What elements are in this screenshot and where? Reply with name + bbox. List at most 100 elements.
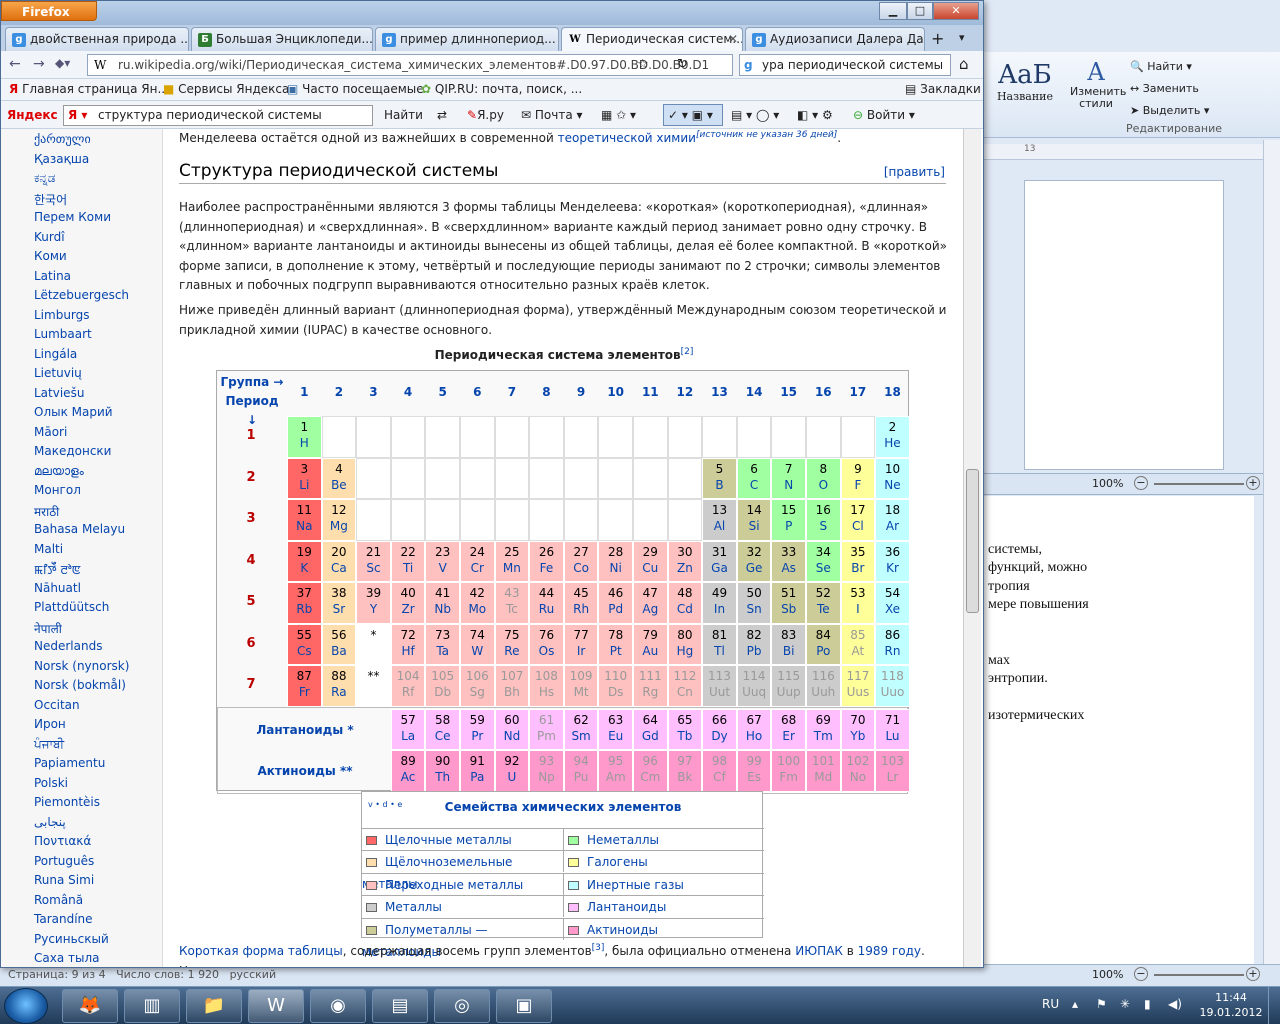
element-symbol[interactable]: Lr: [876, 769, 909, 785]
element-symbol[interactable]: Ni: [599, 560, 632, 576]
lanthanides-label[interactable]: Лантаноиды *: [217, 723, 393, 737]
element-symbol[interactable]: Os: [530, 643, 563, 659]
element-cell[interactable]: 40 Zr: [390, 582, 426, 624]
bookmark-yandex-services[interactable]: ■ Сервисы Яндекса: [163, 82, 289, 96]
style-title-button[interactable]: AaБ Название: [990, 60, 1060, 103]
network-bars-icon[interactable]: ▮: [1144, 997, 1151, 1011]
element-symbol[interactable]: Eu: [599, 728, 632, 744]
legend-label[interactable]: Неметаллы: [587, 833, 659, 847]
element-symbol[interactable]: Np: [530, 769, 563, 785]
element-cell[interactable]: 25 Mn: [494, 540, 530, 582]
element-cell[interactable]: 77 Ir: [563, 623, 599, 665]
element-cell[interactable]: 91 Pa: [460, 750, 495, 792]
element-symbol[interactable]: Au: [634, 643, 667, 659]
element-cell[interactable]: 75 Re: [494, 623, 530, 665]
language-link[interactable]: Lietuvių: [34, 366, 82, 380]
element-cell[interactable]: 47 Ag: [633, 582, 668, 624]
legend-label[interactable]: Лантаноиды: [587, 900, 666, 914]
language-link[interactable]: Коми: [34, 249, 67, 263]
element-cell[interactable]: 72 Hf: [390, 623, 426, 665]
element-cell[interactable]: 80 Hg: [667, 623, 703, 665]
legend-label[interactable]: Галогены: [587, 855, 648, 869]
element-cell[interactable]: 92 U: [494, 750, 530, 792]
element-symbol[interactable]: Mo: [461, 601, 494, 617]
element-cell[interactable]: 59 Pr: [460, 708, 495, 750]
element-cell[interactable]: 13 Al: [702, 499, 737, 541]
element-symbol[interactable]: Th: [426, 769, 459, 785]
element-cell[interactable]: 37 Rb: [287, 582, 322, 624]
link-1989[interactable]: 1989 году: [858, 944, 921, 958]
group-header[interactable]: 6: [460, 385, 495, 399]
new-tab-button[interactable]: +: [931, 29, 944, 48]
tab-5[interactable]: g Аудиозаписи Далера Да...: [745, 27, 925, 51]
minimize-button[interactable]: ▁: [879, 2, 907, 20]
language-link[interactable]: Latviešu: [34, 386, 84, 400]
element-cell[interactable]: 14 Si: [736, 499, 772, 541]
element-symbol[interactable]: Sm: [565, 728, 598, 744]
element-symbol[interactable]: Rf: [392, 684, 425, 700]
flag-icon[interactable]: ⚑: [1096, 997, 1107, 1011]
element-symbol[interactable]: Cu: [634, 560, 667, 576]
element-symbol[interactable]: Bk: [669, 769, 702, 785]
language-link[interactable]: Latina: [34, 269, 71, 283]
change-styles-button[interactable]: A Изменить стили: [1070, 58, 1126, 110]
clock[interactable]: 11:44 19.01.2012: [1196, 990, 1266, 1020]
element-symbol[interactable]: Re: [496, 643, 529, 659]
element-cell[interactable]: 106 Sg: [460, 665, 495, 707]
element-cell[interactable]: 1H: [287, 416, 322, 458]
period-label[interactable]: 1: [217, 428, 285, 443]
element-symbol[interactable]: Be: [323, 477, 356, 493]
tab-list-button[interactable]: ▾: [959, 31, 965, 44]
group-header[interactable]: 16: [806, 385, 841, 399]
element-symbol[interactable]: O: [807, 477, 840, 493]
element-cell[interactable]: 107 Bh: [494, 665, 530, 707]
language-link[interactable]: Саха тыла: [34, 951, 100, 965]
element-symbol[interactable]: Tm: [807, 728, 840, 744]
firefox-menu-button[interactable]: Firefox: [1, 1, 97, 21]
yandex-logo[interactable]: Яндекс: [7, 108, 58, 122]
period-label[interactable]: 4: [217, 553, 285, 568]
element-cell[interactable]: 43 Tc: [494, 582, 530, 624]
element-cell[interactable]: 38 Sr: [321, 582, 357, 624]
group-header[interactable]: 14: [737, 385, 772, 399]
element-symbol[interactable]: Co: [565, 560, 598, 576]
element-symbol[interactable]: W: [461, 643, 494, 659]
language-link[interactable]: ಕನ್ನಡ: [34, 171, 55, 186]
element-symbol[interactable]: Tl: [703, 643, 736, 659]
element-cell[interactable]: 113 Uut: [702, 665, 737, 707]
link-theoretical-chemistry[interactable]: теоретической химии: [558, 131, 696, 145]
element-symbol[interactable]: Am: [599, 769, 632, 785]
pdf-taskbar-icon[interactable]: ◉: [310, 989, 366, 1023]
element-cell[interactable]: 105 Db: [425, 665, 460, 707]
element-cell[interactable]: 97 Bk: [667, 750, 703, 792]
language-link[interactable]: Runa Simi: [34, 873, 94, 887]
language-link[interactable]: Lingála: [34, 347, 77, 361]
element-cell[interactable]: 11 Na: [287, 499, 322, 541]
legend-label[interactable]: Инертные газы: [587, 878, 684, 892]
element-symbol[interactable]: Ta: [426, 643, 459, 659]
element-cell[interactable]: 48 Cd: [667, 582, 703, 624]
element-cell[interactable]: 101 Md: [806, 750, 841, 792]
element-cell[interactable]: 94 Pu: [563, 750, 599, 792]
element-symbol[interactable]: Li: [288, 477, 321, 493]
element-cell[interactable]: 23 V: [425, 540, 460, 582]
language-link[interactable]: Kurdî: [34, 230, 65, 244]
maximize-button[interactable]: □: [907, 2, 933, 20]
element-cell[interactable]: 41 Nb: [425, 582, 460, 624]
element-cell[interactable]: 4 Be: [321, 457, 357, 499]
element-cell[interactable]: 19 K: [287, 540, 322, 582]
language-link[interactable]: Norsk (bokmål): [34, 678, 126, 692]
element-symbol[interactable]: Db: [426, 684, 459, 700]
element-symbol[interactable]: Ir: [565, 643, 598, 659]
element-cell[interactable]: 70 Yb: [840, 708, 876, 750]
legend-label[interactable]: Металлы: [385, 900, 442, 914]
element-cell[interactable]: 99 Es: [736, 750, 772, 792]
home-icon[interactable]: ⌂: [959, 55, 969, 73]
element-symbol[interactable]: Rb: [288, 601, 321, 617]
legend-item[interactable]: Неметаллы: [563, 828, 764, 850]
element-symbol[interactable]: Ru: [530, 601, 563, 617]
language-link[interactable]: Македонски: [34, 444, 111, 458]
element-cell[interactable]: 58 Ce: [425, 708, 460, 750]
group-header[interactable]: 4: [391, 385, 426, 399]
element-symbol[interactable]: Hs: [530, 684, 563, 700]
